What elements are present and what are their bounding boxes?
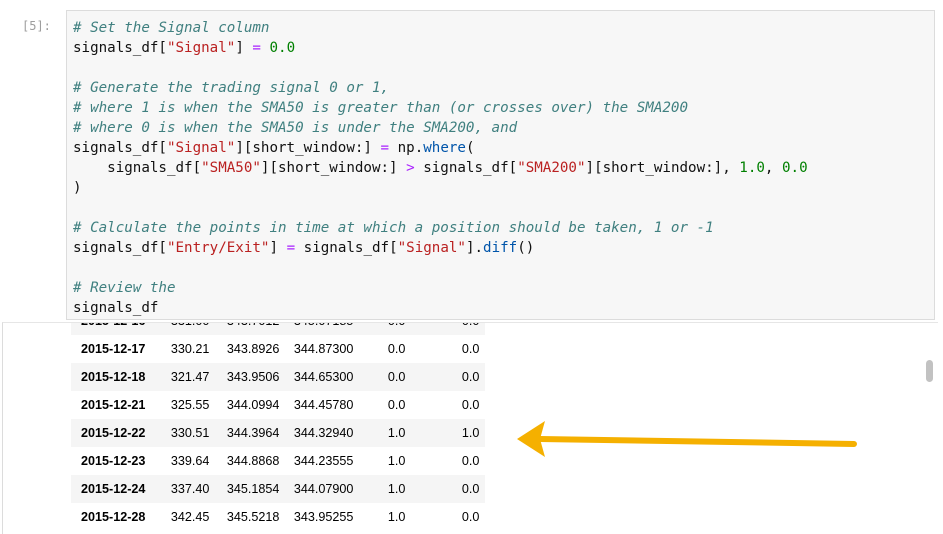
annotation-arrow-icon: [517, 421, 857, 457]
